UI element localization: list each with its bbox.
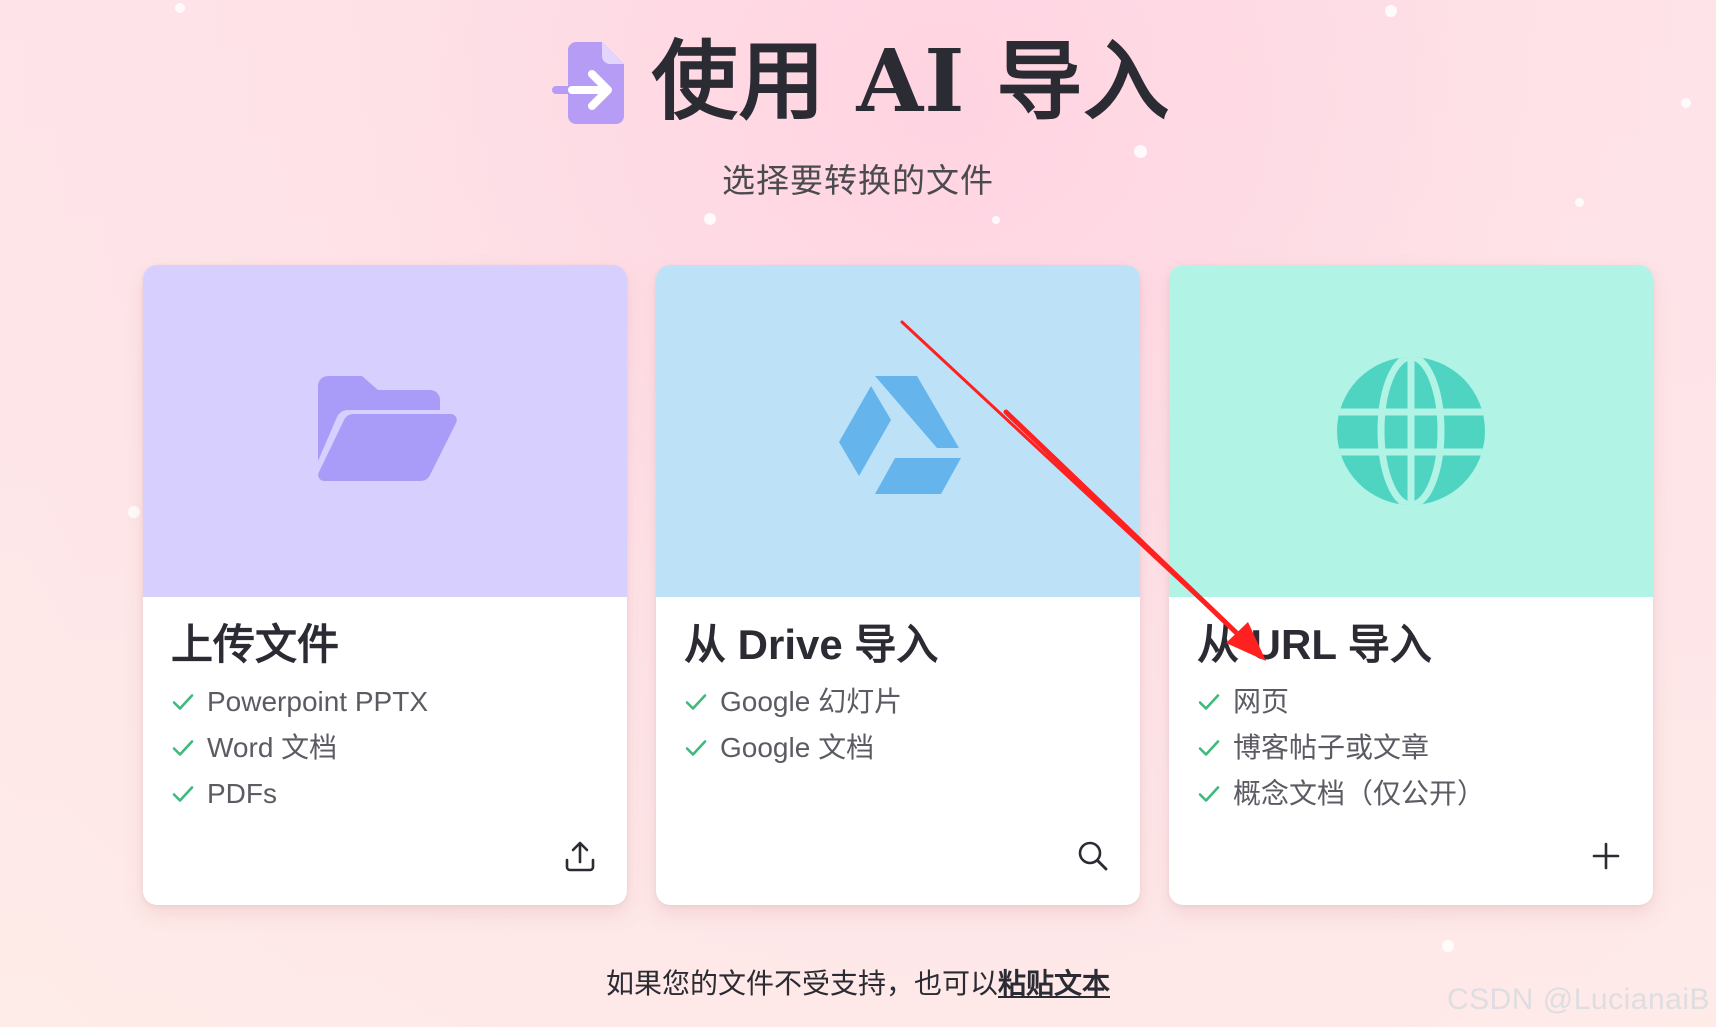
drive-import-card[interactable]: 从 Drive 导入 Google 幻灯片 Google 文档 [656,265,1140,905]
check-icon [1198,740,1220,757]
upload-file-card[interactable]: 上传文件 Powerpoint PPTX Word 文档 PDFs [143,265,627,905]
check-icon [685,694,707,711]
feature-label: Word 文档 [207,732,338,764]
search-icon [1078,841,1108,871]
check-icon [172,786,194,803]
card-title: 从 URL 导入 [1197,621,1432,668]
folder-open-icon [318,376,457,481]
page-header: 使用 AI 导入 选择要转换的文件 [0,34,1716,202]
feature-item: Google 文档 [684,725,1112,771]
sparkle-dot [128,506,140,518]
card-title: 从 Drive 导入 [684,621,939,668]
check-icon [1198,786,1220,803]
check-icon [1198,694,1220,711]
file-import-icon [546,34,636,130]
sparkle-dot [992,216,1000,224]
feature-label: Google 文档 [720,732,875,764]
url-import-card[interactable]: 从 URL 导入 网页 博客帖子或文章 概念文档（仅公开） [1169,265,1653,905]
feature-item: 网页 [1197,679,1625,725]
title-row: 使用 AI 导入 [546,34,1171,130]
sparkle-dot [1442,940,1454,952]
check-icon [172,740,194,757]
add-url-button[interactable] [1585,835,1627,877]
feature-label: Google 幻灯片 [720,686,903,718]
paste-text-link[interactable]: 粘贴文本 [998,968,1110,999]
card-hero [143,265,627,597]
page-subtitle: 选择要转换的文件 [722,162,994,199]
sparkle-dot [704,213,716,225]
feature-label: 网页 [1233,686,1290,718]
upload-button[interactable] [559,835,601,877]
feature-item: Google 幻灯片 [684,679,1112,725]
feature-item: 概念文档（仅公开） [1197,771,1625,817]
feature-item: 博客帖子或文章 [1197,725,1625,771]
google-drive-icon [839,376,961,494]
card-title: 上传文件 [171,621,340,668]
card-hero [1169,265,1653,597]
card-hero [656,265,1140,597]
import-options: 上传文件 Powerpoint PPTX Word 文档 PDFs 从 Driv… [143,265,1653,905]
plus-icon [1592,842,1620,870]
globe-icon [1337,357,1485,505]
check-icon [685,740,707,757]
feature-label: 概念文档（仅公开） [1233,778,1486,810]
card-body: 从 Drive 导入 Google 幻灯片 Google 文档 [656,597,1140,905]
watermark: CSDN @LucianaiB [1446,983,1710,1016]
feature-label: 博客帖子或文章 [1233,732,1430,764]
upload-icon [565,841,595,872]
page-title: 使用 AI 导入 [651,31,1171,132]
feature-item: Powerpoint PPTX [171,679,599,725]
feature-label: Powerpoint PPTX [207,686,428,718]
sparkle-dot [175,3,185,13]
feature-label: PDFs [207,778,277,810]
sparkle-dot [1385,5,1397,17]
search-button[interactable] [1072,835,1114,877]
feature-item: PDFs [171,771,599,817]
card-body: 从 URL 导入 网页 博客帖子或文章 概念文档（仅公开） [1169,597,1653,905]
feature-item: Word 文档 [171,725,599,771]
card-body: 上传文件 Powerpoint PPTX Word 文档 PDFs [143,597,627,905]
footer-text: 如果您的文件不受支持，也可以 [605,968,998,999]
check-icon [172,694,194,711]
